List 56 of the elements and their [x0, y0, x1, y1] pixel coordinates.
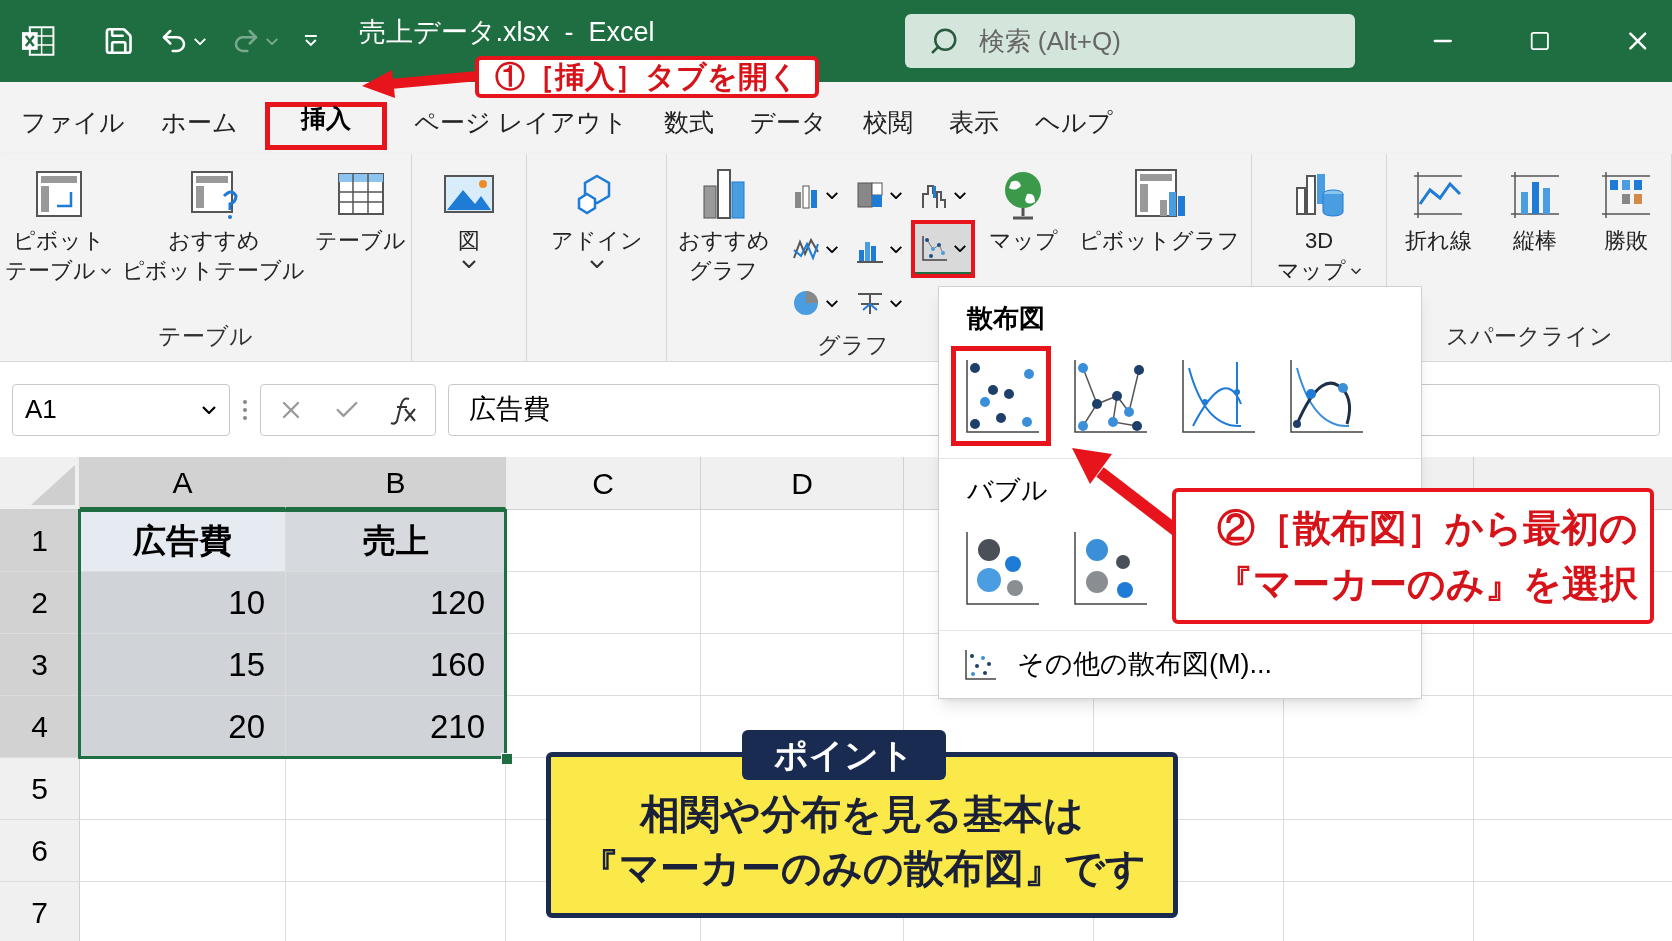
ribbon-button[interactable]: 図 [437, 166, 501, 268]
menu-section-title: 散布図 [965, 302, 1046, 335]
table-cell-text: 160 [429, 644, 485, 685]
ribbon-button[interactable]: 折れ線 [1400, 166, 1476, 256]
ribbon-button[interactable]: ピボットグラフ [1075, 166, 1245, 256]
ribbon-tab[interactable]: 数式 [654, 102, 723, 150]
ribbon-tab[interactable]: データ [740, 102, 836, 150]
column-header[interactable]: A [80, 457, 286, 509]
search-field[interactable]: 検索 (Alt+Q) [904, 14, 1356, 68]
column-header[interactable]: C [506, 457, 701, 509]
ribbon-button[interactable]: マップ [984, 166, 1062, 256]
group-label: スパークライン [1445, 321, 1613, 351]
table-cell-text: 10 [228, 582, 265, 623]
ribbon-button[interactable]: おすすめ ピボットテーブル [118, 166, 309, 286]
table-cell-text: 15 [228, 644, 265, 685]
table-cell-text: 売上 [362, 520, 429, 561]
row-header[interactable]: 5 [0, 758, 80, 819]
ribbon-button[interactable]: おすすめ グラフ [673, 166, 774, 286]
ribbon-tab[interactable]: 挿入 [265, 102, 387, 150]
ribbon-tab[interactable]: 表示 [939, 102, 1008, 150]
ribbon-button[interactable]: ピボット テーブル [1, 166, 116, 286]
row-header[interactable]: 2 [0, 572, 80, 633]
column-header[interactable]: B [286, 457, 506, 509]
point-tag: ポイント [742, 730, 946, 780]
name-box[interactable]: A1 [12, 383, 230, 436]
ribbon-button[interactable]: 3D マップ [1272, 166, 1366, 286]
point-text: 相関や分布を見る基本は [640, 791, 1084, 838]
ribbon-tab[interactable]: ページ レイアウト [405, 102, 637, 150]
search-input[interactable]: 検索 (Alt+Q) [978, 21, 1319, 61]
ribbon-tab[interactable]: ホーム [152, 102, 247, 150]
callout-text: ②［散布図］から最初の [1217, 506, 1638, 551]
ribbon-tab[interactable]: 校閲 [853, 102, 922, 150]
window-title: 売上データ.xlsx - Excel [358, 16, 655, 49]
table-cell-text: 120 [429, 582, 485, 623]
table-cell-text: 210 [429, 706, 485, 747]
table-cell-text: 広告費 [133, 520, 232, 561]
menu-item[interactable]: その他の散布図(M)... [939, 630, 1421, 698]
ribbon-button[interactable]: 縦棒 [1502, 166, 1567, 256]
ribbon-button[interactable]: アドイン [546, 166, 647, 268]
row-header[interactable]: 4 [0, 696, 80, 757]
table-cell-text: 20 [228, 706, 265, 747]
group-label: グラフ [817, 331, 889, 360]
group-label: テーブル [158, 321, 253, 351]
menu-section-title: バブル [966, 474, 1049, 507]
row-header[interactable]: 1 [0, 510, 80, 571]
row-header[interactable]: 3 [0, 634, 80, 695]
ribbon-button[interactable]: 勝敗 [1593, 166, 1658, 256]
ribbon-button[interactable]: テーブル [311, 166, 410, 256]
row-header[interactable]: 7 [0, 882, 80, 941]
point-text: 『マーカーのみの散布図』です [578, 845, 1146, 892]
callout-text: 『マーカーのみ』を選択 [1215, 562, 1638, 607]
callout-text: ①［挿入］タブを開く [495, 60, 799, 94]
ribbon-tab[interactable]: ファイル [12, 102, 134, 150]
row-header[interactable]: 6 [0, 820, 80, 881]
column-header[interactable]: D [701, 457, 904, 509]
ribbon-tab[interactable]: ヘルプ [1025, 102, 1122, 150]
